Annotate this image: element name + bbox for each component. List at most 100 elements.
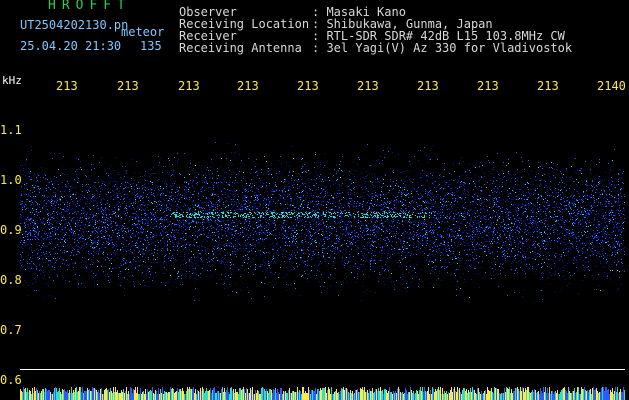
- noise-pixel: [174, 232, 175, 233]
- noise-pixel: [616, 265, 617, 266]
- noise-pixel: [537, 256, 538, 257]
- noise-pixel: [262, 239, 263, 240]
- noise-pixel: [552, 207, 553, 208]
- noise-pixel: [198, 250, 199, 251]
- noise-pixel: [209, 174, 210, 175]
- noise-pixel: [224, 181, 225, 182]
- noise-pixel: [490, 195, 491, 196]
- noise-pixel: [339, 168, 340, 169]
- noise-pixel: [186, 221, 187, 222]
- noise-pixel: [138, 220, 139, 221]
- noise-pixel: [119, 191, 120, 192]
- noise-pixel: [448, 208, 449, 209]
- noise-pixel: [433, 196, 434, 197]
- noise-pixel: [337, 218, 338, 219]
- noise-pixel: [477, 199, 478, 200]
- noise-pixel: [226, 220, 227, 221]
- noise-pixel: [464, 242, 465, 243]
- noise-pixel: [30, 243, 31, 244]
- noise-pixel: [293, 182, 294, 183]
- noise-pixel: [554, 207, 555, 208]
- noise-pixel: [380, 247, 381, 248]
- noise-pixel: [399, 192, 400, 193]
- noise-pixel: [584, 231, 585, 232]
- noise-pixel: [478, 180, 479, 181]
- noise-pixel: [221, 190, 222, 191]
- noise-pixel: [169, 210, 170, 211]
- noise-pixel: [260, 219, 261, 220]
- noise-pixel: [548, 259, 549, 260]
- noise-pixel: [228, 217, 229, 218]
- noise-pixel: [229, 184, 230, 185]
- noise-pixel: [532, 226, 533, 227]
- noise-pixel: [376, 237, 377, 238]
- noise-pixel: [623, 214, 624, 215]
- noise-pixel: [25, 227, 26, 228]
- noise-pixel: [535, 254, 536, 255]
- noise-pixel: [499, 206, 500, 207]
- noise-pixel: [524, 271, 525, 272]
- noise-pixel: [232, 164, 233, 165]
- noise-pixel: [391, 220, 392, 221]
- noise-pixel: [319, 230, 320, 231]
- noise-pixel: [316, 242, 317, 243]
- noise-pixel: [618, 231, 619, 232]
- noise-pixel: [613, 215, 614, 216]
- noise-pixel: [617, 235, 618, 236]
- noise-pixel: [219, 217, 220, 218]
- noise-pixel: [465, 193, 466, 194]
- noise-pixel: [162, 204, 163, 205]
- noise-pixel: [609, 193, 610, 194]
- noise-pixel: [485, 241, 486, 242]
- noise-pixel: [602, 246, 603, 247]
- noise-pixel: [525, 224, 526, 225]
- noise-pixel: [598, 285, 599, 286]
- noise-pixel: [211, 228, 212, 229]
- noise-pixel: [293, 236, 294, 237]
- noise-pixel: [600, 194, 601, 195]
- noise-pixel: [33, 210, 34, 211]
- noise-pixel: [245, 220, 246, 221]
- noise-pixel: [295, 217, 296, 218]
- noise-pixel: [283, 234, 284, 235]
- noise-pixel: [291, 210, 292, 211]
- noise-pixel: [570, 249, 571, 250]
- noise-pixel: [399, 190, 400, 191]
- noise-pixel: [550, 186, 551, 187]
- noise-pixel: [554, 224, 555, 225]
- noise-pixel: [565, 235, 566, 236]
- noise-pixel: [318, 224, 319, 225]
- noise-pixel: [237, 241, 238, 242]
- noise-pixel: [163, 209, 164, 210]
- noise-pixel: [125, 187, 126, 188]
- noise-pixel: [196, 222, 197, 223]
- noise-pixel: [523, 214, 524, 215]
- noise-pixel: [520, 252, 521, 253]
- noise-pixel: [28, 208, 29, 209]
- noise-pixel: [189, 199, 190, 200]
- noise-pixel: [130, 261, 131, 262]
- noise-pixel: [511, 232, 512, 233]
- noise-pixel: [385, 210, 386, 211]
- noise-pixel: [366, 231, 367, 232]
- noise-pixel: [620, 192, 621, 193]
- noise-pixel: [166, 215, 167, 216]
- noise-pixel: [142, 253, 143, 254]
- noise-pixel: [447, 192, 448, 193]
- noise-pixel: [218, 218, 219, 219]
- noise-pixel: [402, 218, 403, 219]
- noise-pixel: [223, 235, 224, 236]
- noise-pixel: [465, 208, 466, 209]
- noise-pixel: [245, 227, 246, 228]
- noise-pixel: [285, 231, 286, 232]
- noise-pixel: [26, 160, 27, 161]
- noise-pixel: [270, 272, 271, 273]
- noise-pixel: [385, 233, 386, 234]
- noise-pixel: [333, 201, 334, 202]
- noise-pixel: [318, 217, 319, 218]
- noise-pixel: [317, 197, 318, 198]
- noise-pixel: [281, 218, 282, 219]
- noise-pixel: [317, 231, 318, 232]
- noise-pixel: [83, 248, 84, 249]
- noise-pixel: [109, 183, 110, 184]
